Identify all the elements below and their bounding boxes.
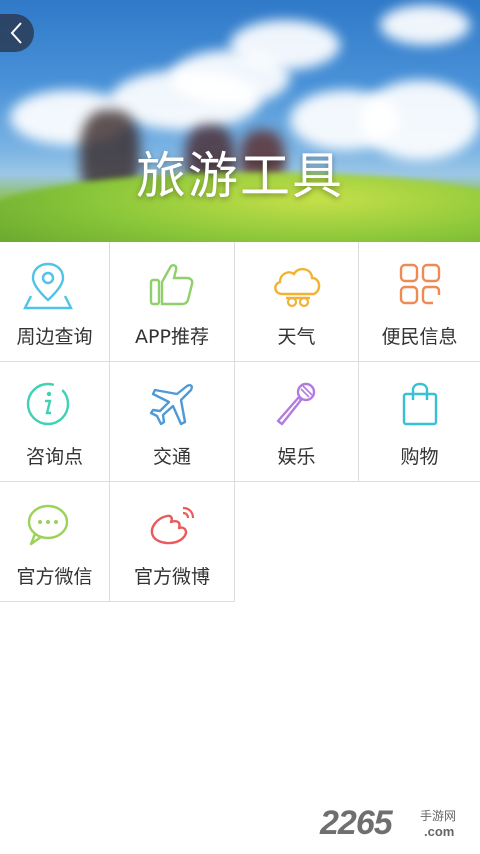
watermark-bottom-text: .com xyxy=(424,824,455,839)
info-icon xyxy=(26,382,69,426)
tool-info-point[interactable]: 咨询点 xyxy=(0,362,110,482)
tool-label: 周边查询 xyxy=(16,326,93,348)
grid-apps-icon xyxy=(399,263,440,305)
watermark-number: 2265 xyxy=(320,804,393,842)
tool-label: 咨询点 xyxy=(25,446,83,468)
cloud-weather-icon xyxy=(273,267,320,308)
tool-label: APP推荐 xyxy=(135,326,209,348)
cloud-decoration xyxy=(380,5,470,45)
tool-nearby-search[interactable]: 周边查询 xyxy=(0,242,110,362)
header-banner: 旅游工具 xyxy=(0,0,480,242)
location-pin-icon xyxy=(22,262,73,310)
microphone-icon xyxy=(276,382,315,426)
tool-label: 购物 xyxy=(400,446,439,468)
tool-official-wechat[interactable]: 官方微信 xyxy=(0,482,110,602)
tool-official-weibo[interactable]: 官方微博 xyxy=(110,482,235,602)
wechat-icon xyxy=(27,504,68,546)
tool-label: 便民信息 xyxy=(381,326,458,348)
page-title: 旅游工具 xyxy=(136,147,344,205)
tool-entertainment[interactable]: 娱乐 xyxy=(235,362,359,482)
back-button[interactable] xyxy=(0,14,34,52)
airplane-icon xyxy=(149,384,193,426)
watermark-top-text: 手游网 xyxy=(420,809,457,823)
weibo-icon xyxy=(150,506,195,545)
tool-app-recommend[interactable]: APP推荐 xyxy=(110,242,235,362)
tool-weather[interactable]: 天气 xyxy=(235,242,359,362)
tool-label: 天气 xyxy=(277,326,316,348)
tool-label: 交通 xyxy=(152,446,191,468)
watermark-logo: 2265 手游网 .com xyxy=(320,804,480,844)
tool-convenience-info[interactable]: 便民信息 xyxy=(359,242,480,362)
shopping-bag-icon xyxy=(402,382,437,426)
tool-label: 官方微博 xyxy=(133,566,210,588)
tool-label: 官方微信 xyxy=(16,566,93,588)
tool-label: 娱乐 xyxy=(277,446,316,468)
chevron-left-icon xyxy=(10,22,22,44)
tool-shopping[interactable]: 购物 xyxy=(359,362,480,482)
tool-transport[interactable]: 交通 xyxy=(110,362,235,482)
thumbs-up-icon xyxy=(149,264,194,306)
cloud-decoration xyxy=(230,20,340,70)
